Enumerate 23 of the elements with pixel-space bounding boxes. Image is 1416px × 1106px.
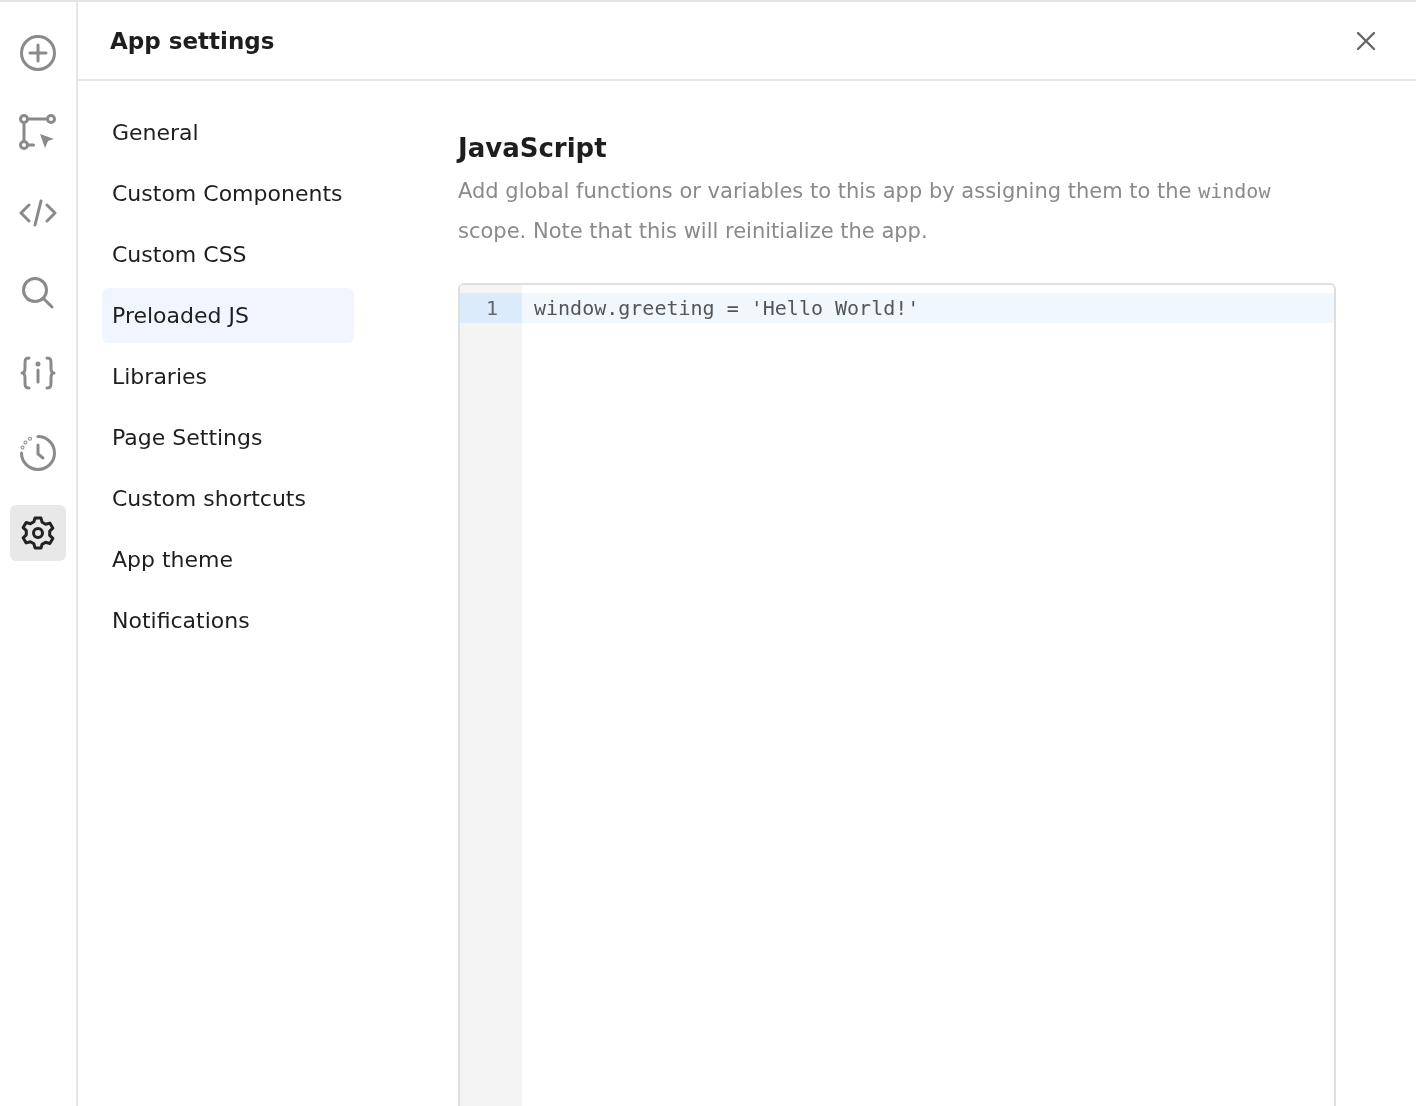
history-icon [19,434,57,472]
section-heading: JavaScript [458,133,608,163]
settings-nav-item[interactable]: Libraries [102,349,354,404]
settings-nav-item[interactable]: Custom shortcuts [102,471,354,526]
code-icon [19,198,57,228]
code-editor[interactable]: 1 window.greeting = 'Hello World!' [458,283,1336,1106]
settings-icon [20,515,56,551]
settings-nav-item[interactable]: App theme [102,532,354,587]
dialog-title: App settings [110,27,275,54]
settings-nav-item[interactable]: General [102,105,354,160]
settings-nav-item[interactable]: Custom CSS [102,227,354,282]
variables-icon [20,355,56,391]
section-description: Add global functions or variables to this app by assigning them to the window scope. Note that this will reinitialize the app. [458,178,1272,245]
search-icon [21,276,55,310]
close-icon [1356,30,1376,51]
settings-nav-item[interactable]: Preloaded JS [102,288,354,343]
settings-nav-item[interactable]: Notifications [102,593,354,648]
settings-nav-item[interactable]: Page Settings [102,410,354,465]
settings-nav-item[interactable]: Custom Components [102,166,354,221]
sidebar-tool-button[interactable] [10,505,66,561]
add-icon [19,34,57,72]
line-number: 1 [460,293,522,323]
selection-cursor-icon [19,114,57,152]
